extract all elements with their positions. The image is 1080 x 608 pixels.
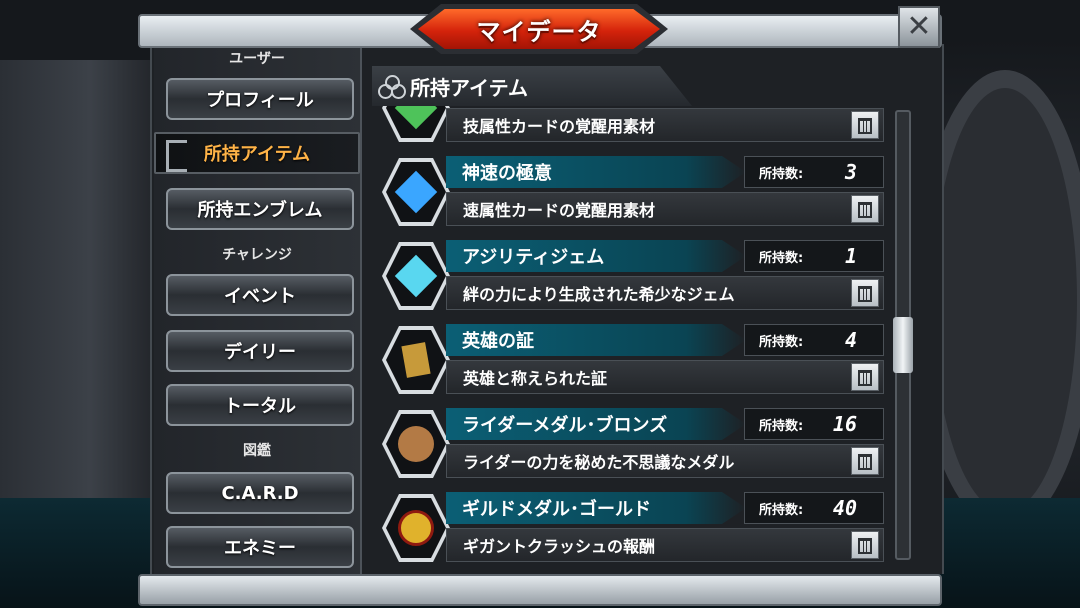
item-desc-bar: 速属性カードの覚醒用素材 — [446, 192, 884, 226]
selection-bracket-icon — [166, 140, 187, 172]
qty-value: 3 — [844, 160, 857, 184]
item-description: 絆の力により生成された希少なジェム — [463, 285, 735, 304]
discard-button[interactable] — [851, 195, 879, 223]
item-qty-box: 所持数: 16 — [744, 408, 884, 440]
gem-shape — [398, 426, 434, 462]
green-gem-icon — [382, 106, 450, 142]
sidebar-item-event[interactable]: イベント — [166, 274, 354, 316]
item-name: 英雄の証 — [462, 331, 534, 352]
qty-label: 所持数: — [759, 418, 804, 434]
content-header: 所持アイテム — [372, 66, 692, 106]
bronze-medal-icon — [382, 410, 450, 478]
gem-shape — [398, 510, 434, 546]
item-desc-bar: 絆の力により生成された希少なジェム — [446, 276, 884, 310]
bottom-frame-bar — [138, 574, 942, 606]
gem-shape — [394, 170, 438, 214]
item-name-bar: 英雄の証 — [446, 324, 746, 356]
discard-button[interactable] — [851, 363, 879, 391]
trash-icon — [858, 454, 872, 470]
item-description: 速属性カードの覚醒用素材 — [463, 201, 656, 220]
background-machine — [0, 60, 150, 530]
sidebar-item-owned-items[interactable]: 所持アイテム — [154, 132, 360, 174]
items-category-icon — [378, 75, 406, 99]
trash-icon — [858, 286, 872, 302]
sidebar-section-user: ユーザー — [229, 51, 285, 67]
item-name-bar: 神速の極意 — [446, 156, 746, 188]
scrollbar-thumb[interactable] — [893, 317, 913, 373]
sidebar-section-challenge: チャレンジ — [222, 247, 292, 263]
gem-shape — [394, 254, 438, 298]
item-desc-bar: ギガントクラッシュの報酬 — [446, 528, 884, 562]
list-item[interactable]: ライダーメダル･ブロンズ 所持数: 16 ライダーの力を秘めた不思議なメダル — [376, 404, 886, 484]
list-item[interactable]: 技属性カードの覚醒用素材 — [376, 106, 886, 148]
close-x-icon: ✕ — [906, 9, 932, 44]
sidebar-item-emblems[interactable]: 所持エンブレム — [166, 188, 354, 230]
item-desc-bar: 英雄と称えられた証 — [446, 360, 884, 394]
sidebar-item-enemy[interactable]: エネミー — [166, 526, 354, 568]
item-qty-box: 所持数: 40 — [744, 492, 884, 524]
sidebar-item-profile[interactable]: プロフィール — [166, 78, 354, 120]
blue-crystal-icon — [382, 158, 450, 226]
sidebar-item-total[interactable]: トータル — [166, 384, 354, 426]
discard-button[interactable] — [851, 531, 879, 559]
item-description: ギガントクラッシュの報酬 — [463, 537, 656, 556]
item-qty-box: 所持数: 4 — [744, 324, 884, 356]
item-name: 神速の極意 — [462, 163, 552, 184]
item-name: ライダーメダル･ブロンズ — [462, 415, 668, 436]
trash-icon — [858, 202, 872, 218]
qty-label: 所持数: — [759, 334, 804, 350]
sidebar-item-label: 所持アイテム — [203, 144, 311, 165]
trash-icon — [858, 370, 872, 386]
qty-label: 所持数: — [759, 166, 804, 182]
qty-value: 16 — [832, 412, 857, 436]
item-desc-bar: ライダーの力を秘めた不思議なメダル — [446, 444, 884, 478]
item-name-bar: ギルドメダル･ゴールド — [446, 492, 746, 524]
sidebar-item-daily[interactable]: デイリー — [166, 330, 354, 372]
sidebar: ユーザー プロフィール 所持アイテム 所持エンブレム チャレンジ イベント デイ… — [154, 44, 362, 574]
window-title: マイデータ — [476, 17, 602, 46]
item-qty-box: 所持数: 1 — [744, 240, 884, 272]
item-desc-bar: 技属性カードの覚醒用素材 — [446, 108, 884, 142]
sidebar-item-card[interactable]: C.A.R.D — [166, 472, 354, 514]
discard-button[interactable] — [851, 111, 879, 139]
qty-value: 1 — [844, 244, 857, 268]
qty-label: 所持数: — [759, 502, 804, 518]
list-item[interactable]: 英雄の証 所持数: 4 英雄と称えられた証 — [376, 320, 886, 400]
qty-value: 4 — [844, 328, 857, 352]
sidebar-section-encyclopedia: 図鑑 — [243, 443, 271, 459]
list-item[interactable]: アジリティジェム 所持数: 1 絆の力により生成された希少なジェム — [376, 236, 886, 316]
hero-card-icon — [382, 326, 450, 394]
close-button[interactable]: ✕ — [898, 6, 940, 48]
gem-shape — [394, 106, 438, 130]
trash-icon — [858, 118, 872, 134]
item-name-bar: ライダーメダル･ブロンズ — [446, 408, 746, 440]
item-list: 技属性カードの覚醒用素材 神速の極意 所持数: 3 速属性カードの覚醒用素材 アジ… — [370, 106, 890, 566]
content-title: 所持アイテム — [410, 75, 528, 100]
discard-button[interactable] — [851, 279, 879, 307]
list-item[interactable]: 神速の極意 所持数: 3 速属性カードの覚醒用素材 — [376, 152, 886, 232]
item-name-bar: アジリティジェム — [446, 240, 746, 272]
item-description: ライダーの力を秘めた不思議なメダル — [463, 453, 735, 472]
gem-shape — [401, 342, 431, 378]
item-description: 英雄と称えられた証 — [463, 369, 608, 388]
item-name: ギルドメダル･ゴールド — [462, 499, 651, 520]
list-item[interactable]: ギルドメダル･ゴールド 所持数: 40 ギガントクラッシュの報酬 — [376, 488, 886, 566]
item-qty-box: 所持数: 3 — [744, 156, 884, 188]
trash-icon — [858, 538, 872, 554]
qty-value: 40 — [832, 496, 857, 520]
title-banner: マイデータ — [418, 9, 660, 49]
gold-medal-icon — [382, 494, 450, 562]
item-description: 技属性カードの覚醒用素材 — [463, 117, 656, 136]
discard-button[interactable] — [851, 447, 879, 475]
cyan-gem-icon — [382, 242, 450, 310]
item-name: アジリティジェム — [462, 247, 605, 268]
qty-label: 所持数: — [759, 250, 804, 266]
